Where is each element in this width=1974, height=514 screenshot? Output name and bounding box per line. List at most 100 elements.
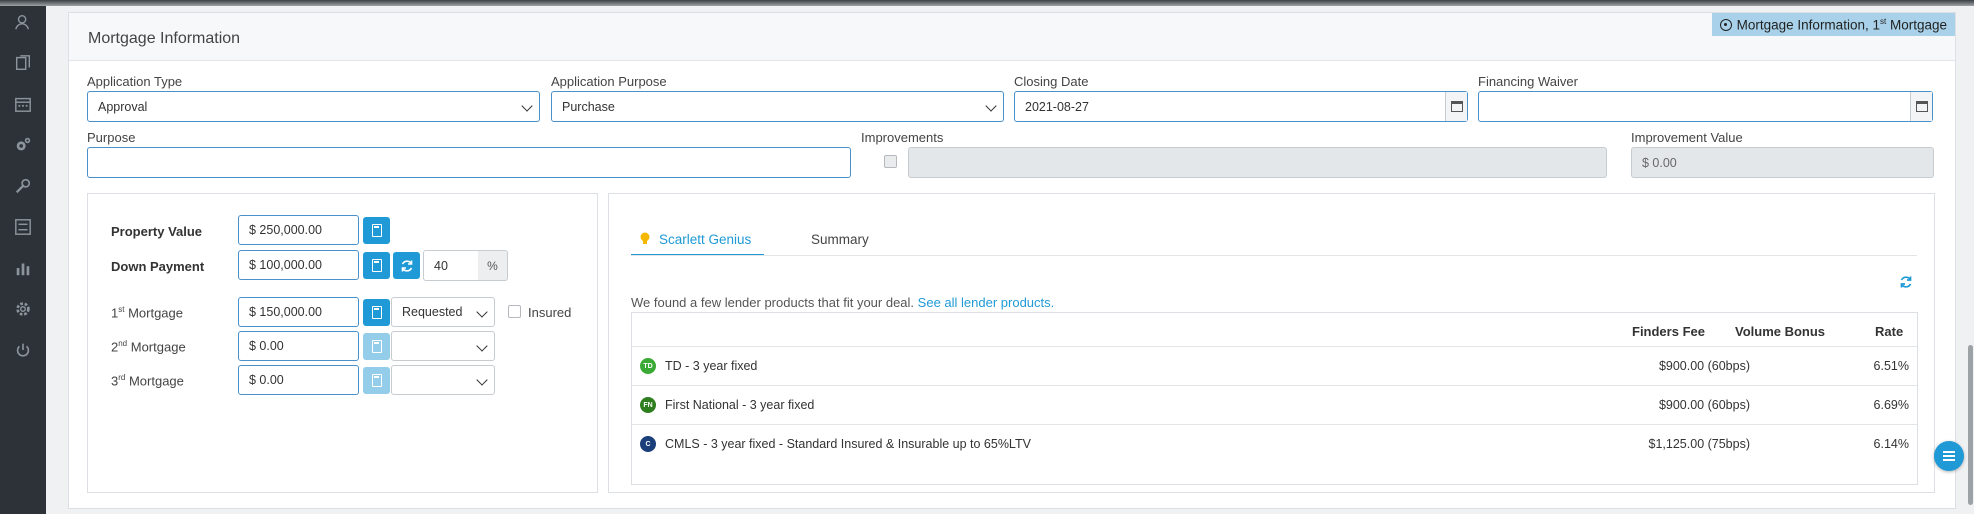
first-national-logo-icon: FN <box>640 397 656 413</box>
refresh-icon <box>401 259 412 272</box>
main-content: Mortgage Information Mortgage Informatio… <box>46 6 1974 514</box>
chevron-down-icon <box>521 100 533 112</box>
table-row[interactable]: C CMLS - 3 year fixed - Standard Insured… <box>632 425 1917 463</box>
calculator-icon <box>371 340 382 353</box>
checklist-icon[interactable] <box>13 217 33 237</box>
cmls-logo-icon: C <box>640 436 656 452</box>
mortgage-3-label: 3rd Mortgage <box>111 373 184 389</box>
closing-date-input[interactable]: 2021-08-27 <box>1014 91 1468 122</box>
mortgage-1-calculator-button[interactable] <box>363 299 390 326</box>
chevron-down-icon <box>476 340 488 352</box>
financing-waiver-label: Financing Waiver <box>1478 74 1578 89</box>
percent-addon: % <box>478 250 508 281</box>
property-value-calculator-button[interactable] <box>363 217 390 244</box>
rate-cell: 6.69% <box>1873 398 1909 412</box>
contacts-icon[interactable] <box>13 12 33 32</box>
down-payment-percent-input[interactable]: 40 <box>423 250 479 281</box>
financing-waiver-input[interactable] <box>1478 91 1933 122</box>
chevron-down-icon <box>476 306 488 318</box>
rate-cell: 6.51% <box>1873 359 1909 373</box>
menu-line <box>1943 455 1955 457</box>
lender-products-table: Finders Fee Volume Bonus Rate TD TD - 3 … <box>631 312 1918 485</box>
insured-label: Insured <box>528 305 572 320</box>
improvements-input <box>908 147 1607 178</box>
target-icon <box>1719 19 1732 31</box>
breadcrumb[interactable]: Mortgage Information, 1st Mortgage <box>1711 13 1955 36</box>
application-type-select[interactable]: Approval <box>87 91 540 122</box>
td-logo-icon: TD <box>640 358 656 374</box>
mortgage-2-amount-input[interactable]: $ 0.00 <box>238 331 359 361</box>
calendar-picker-icon[interactable] <box>1910 92 1932 121</box>
scrollbar-thumb[interactable] <box>1968 345 1973 505</box>
property-value-label: Property Value <box>111 224 203 239</box>
card-title: Mortgage Information <box>88 30 241 47</box>
calendar-icon[interactable] <box>13 94 33 114</box>
insured-checkbox[interactable] <box>508 305 521 318</box>
column-header-volume-bonus: Volume Bonus <box>1735 324 1826 339</box>
finders-fee-cell: $900.00 (60bps) <box>1658 398 1750 412</box>
power-icon[interactable] <box>13 340 33 360</box>
tab-scarlett-genius[interactable]: Scarlett Genius <box>639 232 751 247</box>
column-header-finders-fee: Finders Fee <box>1632 324 1705 339</box>
mortgage-2-status-select[interactable] <box>391 331 495 361</box>
down-payment-input[interactable]: $ 100,000.00 <box>238 250 359 280</box>
documents-icon[interactable] <box>13 53 33 73</box>
mortgage-2-label: 2nd Mortgage <box>111 339 186 355</box>
chevron-down-icon <box>985 100 997 112</box>
down-payment-label: Down Payment <box>111 259 205 274</box>
breadcrumb-text: Mortgage Information, 1st Mortgage <box>1736 17 1947 33</box>
lender-products-panel: Scarlett Genius Summary We found a few l… <box>608 193 1935 493</box>
sidebar <box>0 6 46 514</box>
improvements-label: Improvements <box>861 130 944 145</box>
gear-icon[interactable] <box>13 299 33 319</box>
menu-line <box>1943 451 1955 453</box>
application-purpose-select[interactable]: Purchase <box>551 91 1004 122</box>
lender-product-link[interactable]: First National - 3 year fixed <box>665 398 814 412</box>
down-payment-refresh-button[interactable] <box>393 252 420 279</box>
lender-product-link[interactable]: CMLS - 3 year fixed - Standard Insured &… <box>665 437 1031 451</box>
calculator-icon <box>371 374 382 387</box>
closing-date-label: Closing Date <box>1014 74 1089 89</box>
finders-fee-cell: $900.00 (60bps) <box>1658 359 1750 373</box>
menu-fab-button[interactable] <box>1934 441 1964 471</box>
calculator-icon <box>371 259 382 272</box>
card-header: Mortgage Information Mortgage Informatio… <box>69 13 1955 61</box>
mortgage-1-amount-input[interactable]: $ 150,000.00 <box>238 297 359 327</box>
mortgage-2-calculator-button[interactable] <box>363 333 390 360</box>
lightbulb-icon <box>640 232 650 244</box>
tab-summary[interactable]: Summary <box>811 232 869 247</box>
tools-icon[interactable] <box>13 176 33 196</box>
improvement-value-input: $ 0.00 <box>1631 147 1934 178</box>
lender-product-link[interactable]: TD - 3 year fixed <box>665 359 757 373</box>
reports-icon[interactable] <box>13 258 33 278</box>
purpose-input[interactable] <box>87 147 851 178</box>
improvement-value-label: Improvement Value <box>1631 130 1743 145</box>
mortgage-1-label: 1st Mortgage <box>111 305 184 321</box>
table-row[interactable]: FN First National - 3 year fixed $900.00… <box>632 386 1917 424</box>
chevron-down-icon <box>476 374 488 386</box>
mortgage-3-status-select[interactable] <box>391 365 495 395</box>
application-type-label: Application Type <box>87 74 183 89</box>
menu-line <box>1943 459 1955 461</box>
results-message: We found a few lender products that fit … <box>631 295 1055 310</box>
property-value-input[interactable]: $ 250,000.00 <box>238 215 359 245</box>
mortgage-3-amount-input[interactable]: $ 0.00 <box>238 365 359 395</box>
tabs-divider <box>631 255 1917 256</box>
application-purpose-label: Application Purpose <box>551 74 667 89</box>
settings-gears-icon[interactable] <box>13 135 33 155</box>
mortgage-1-status-select[interactable]: Requested <box>391 297 495 327</box>
rate-cell: 6.14% <box>1873 437 1909 451</box>
mortgage-amounts-panel: Property Value $ 250,000.00 Down Payment… <box>87 193 598 493</box>
mortgage-information-card: Mortgage Information Mortgage Informatio… <box>68 12 1956 509</box>
calculator-icon <box>371 306 382 319</box>
mortgage-3-calculator-button[interactable] <box>363 367 390 394</box>
finders-fee-cell: $1,125.00 (75bps) <box>1648 437 1750 451</box>
table-row[interactable]: TD TD - 3 year fixed $900.00 (60bps) 6.5… <box>632 347 1917 385</box>
down-payment-calculator-button[interactable] <box>363 252 390 279</box>
column-header-rate: Rate <box>1875 324 1904 339</box>
calendar-picker-icon[interactable] <box>1445 92 1467 121</box>
refresh-icon[interactable] <box>1899 275 1913 289</box>
improvements-checkbox[interactable] <box>884 155 897 168</box>
calculator-icon <box>371 224 382 237</box>
see-all-lender-products-link[interactable]: See all lender products. <box>918 295 1055 310</box>
